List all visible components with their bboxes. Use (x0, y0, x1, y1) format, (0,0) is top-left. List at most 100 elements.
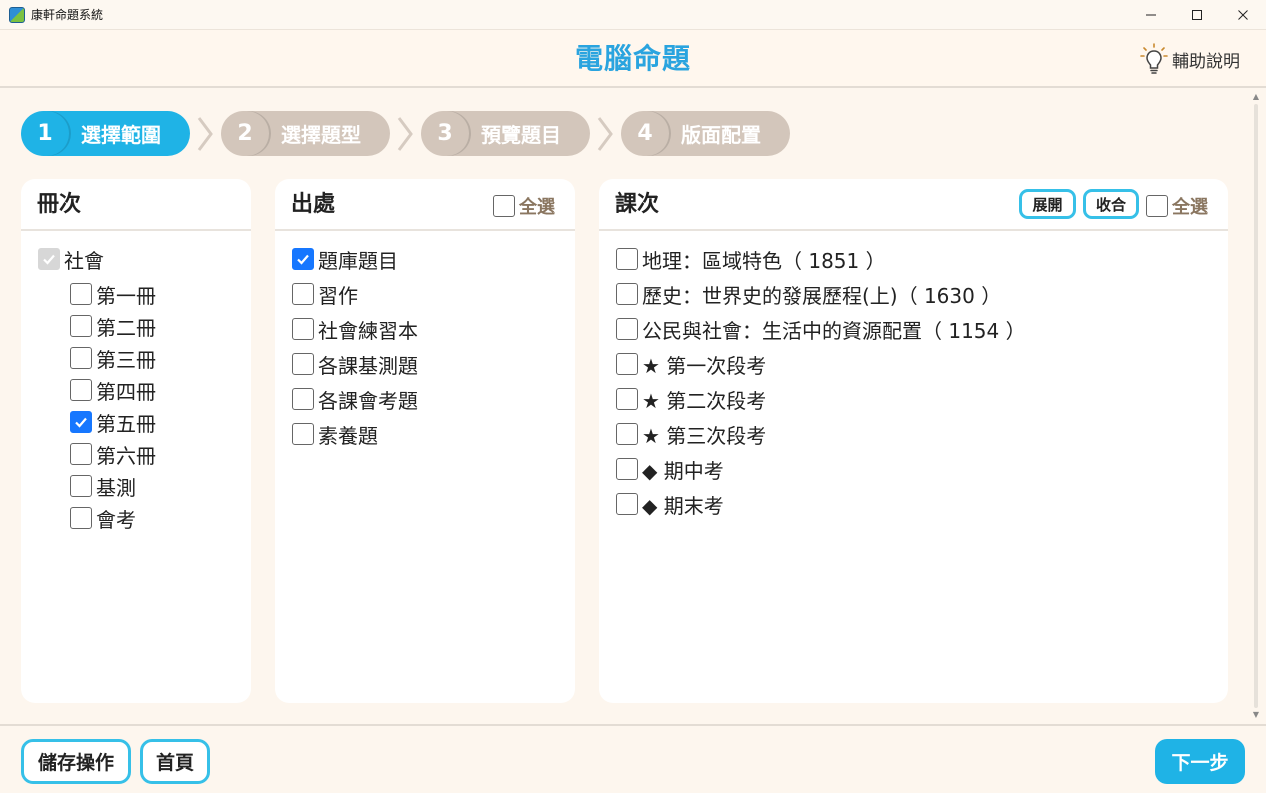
step-label: 版面配置 (681, 123, 761, 147)
lesson-item[interactable]: 歷史：世界史的發展歷程(上)（ 1630 ） (616, 280, 1001, 308)
maximize-icon (1192, 10, 1202, 20)
sources-select-all[interactable]: 全選 (493, 193, 555, 219)
scroll-up-icon[interactable]: ▲ (1251, 92, 1261, 102)
lesson-item[interactable]: ★ 第三次段考 (616, 420, 766, 448)
volume-root-social[interactable]: 社會 (38, 245, 104, 273)
checkbox[interactable] (70, 475, 92, 497)
select-all-checkbox[interactable] (493, 195, 515, 217)
checkbox[interactable] (70, 379, 92, 401)
help-button[interactable]: 輔助說明 (1140, 43, 1240, 75)
step-4-layout-config[interactable]: 4 版面配置 (621, 111, 790, 156)
lesson-item-label: 地理：區域特色（ 1851 ） (642, 248, 886, 273)
source-item[interactable]: 各課會考題 (292, 385, 418, 413)
checkbox[interactable] (292, 423, 314, 445)
volume-item-label: 第二冊 (96, 315, 156, 340)
volume-item-label: 會考 (96, 507, 136, 532)
vertical-scrollbar[interactable]: ▲ ▼ (1249, 90, 1263, 722)
volume-item[interactable]: 第二冊 (70, 312, 156, 340)
source-item-label: 題庫題目 (318, 248, 398, 273)
lesson-item[interactable]: ★ 第二次段考 (616, 385, 766, 413)
lessons-panel-header: 課次 展開 收合 全選 (599, 179, 1228, 231)
checkbox-checked[interactable] (70, 411, 92, 433)
source-item[interactable]: 社會練習本 (292, 315, 418, 343)
check-icon (43, 254, 55, 265)
next-step-button[interactable]: 下一步 (1155, 739, 1245, 784)
checkbox-checked[interactable] (292, 248, 314, 270)
source-item[interactable]: 各課基測題 (292, 350, 418, 378)
volumes-panel: 冊次 社會 第一冊第二冊第三冊第四冊第五冊第六冊基測會考 (21, 179, 251, 703)
window-titlebar: 康軒命題系統 (0, 0, 1266, 30)
lesson-item[interactable]: 地理：區域特色（ 1851 ） (616, 245, 886, 273)
checkbox[interactable] (616, 493, 638, 515)
check-icon (75, 417, 87, 428)
volumes-panel-title: 冊次 (37, 192, 82, 217)
volume-item[interactable]: 第一冊 (70, 280, 156, 308)
checkbox[interactable] (616, 423, 638, 445)
lesson-item[interactable]: ◆ 期末考 (616, 490, 724, 518)
select-all-checkbox[interactable] (1146, 195, 1168, 217)
scroll-track[interactable] (1254, 104, 1258, 708)
volume-item-label: 第三冊 (96, 347, 156, 372)
save-operation-button[interactable]: 儲存操作 (21, 739, 131, 784)
app-logo-icon (9, 7, 25, 23)
volume-item[interactable]: 第三冊 (70, 344, 156, 372)
lesson-item[interactable]: ◆ 期中考 (616, 455, 724, 483)
checkbox[interactable] (292, 388, 314, 410)
collapse-button[interactable]: 收合 (1083, 189, 1139, 219)
step-2-select-question-type[interactable]: 2 選擇題型 (221, 111, 390, 156)
checkbox[interactable] (70, 507, 92, 529)
source-item-label: 各課基測題 (318, 353, 418, 378)
source-item[interactable]: 題庫題目 (292, 245, 398, 273)
scroll-down-icon[interactable]: ▼ (1251, 710, 1261, 720)
checkbox[interactable] (616, 388, 638, 410)
checkbox-disabled-checked[interactable] (38, 248, 60, 270)
help-label: 輔助說明 (1172, 51, 1240, 72)
step-label: 選擇題型 (281, 123, 361, 147)
volume-item[interactable]: 第六冊 (70, 440, 156, 468)
checkbox[interactable] (292, 318, 314, 340)
source-item-label: 素養題 (318, 423, 378, 448)
step-number: 1 (21, 111, 69, 156)
chevron-right-icon (595, 116, 615, 152)
volume-item[interactable]: 基測 (70, 472, 136, 500)
checkbox[interactable] (292, 353, 314, 375)
checkbox[interactable] (616, 318, 638, 340)
chevron-right-icon (395, 116, 415, 152)
volume-item-label: 第一冊 (96, 283, 156, 308)
checkbox[interactable] (292, 283, 314, 305)
checkbox[interactable] (616, 248, 638, 270)
source-item[interactable]: 素養題 (292, 420, 378, 448)
volume-item-label: 第四冊 (96, 379, 156, 404)
lessons-select-all[interactable]: 全選 (1146, 193, 1208, 219)
volume-item-label: 第六冊 (96, 443, 156, 468)
source-item[interactable]: 習作 (292, 280, 358, 308)
checkbox[interactable] (616, 353, 638, 375)
step-1-select-range[interactable]: 1 選擇範圍 (21, 111, 190, 156)
volume-item[interactable]: 第五冊 (70, 408, 156, 436)
lesson-item[interactable]: ★ 第一次段考 (616, 350, 766, 378)
lesson-item-label: 歷史：世界史的發展歷程(上)（ 1630 ） (642, 283, 1002, 308)
checkbox[interactable] (70, 283, 92, 305)
step-3-preview-questions[interactable]: 3 預覽題目 (421, 111, 590, 156)
minimize-button[interactable] (1128, 0, 1174, 30)
maximize-button[interactable] (1174, 0, 1220, 30)
checkbox[interactable] (70, 315, 92, 337)
checkbox[interactable] (616, 283, 638, 305)
lesson-item-label: ◆ 期中考 (642, 458, 724, 483)
checkbox[interactable] (70, 347, 92, 369)
checkbox[interactable] (70, 443, 92, 465)
lightbulb-icon (1140, 43, 1168, 74)
lesson-item-label: ★ 第一次段考 (642, 353, 767, 378)
lesson-item[interactable]: 公民與社會：生活中的資源配置（ 1154 ） (616, 315, 1026, 343)
minimize-icon (1146, 14, 1156, 16)
close-button[interactable] (1220, 0, 1266, 30)
close-icon (1238, 10, 1248, 20)
home-button[interactable]: 首頁 (140, 739, 210, 784)
checkbox[interactable] (616, 458, 638, 480)
page-footer: 儲存操作 首頁 下一步 (0, 724, 1266, 793)
volume-item[interactable]: 第四冊 (70, 376, 156, 404)
expand-button[interactable]: 展開 (1019, 189, 1076, 219)
volume-item[interactable]: 會考 (70, 504, 136, 532)
volumes-panel-header: 冊次 (21, 179, 251, 231)
lesson-item-label: ★ 第二次段考 (642, 388, 767, 413)
